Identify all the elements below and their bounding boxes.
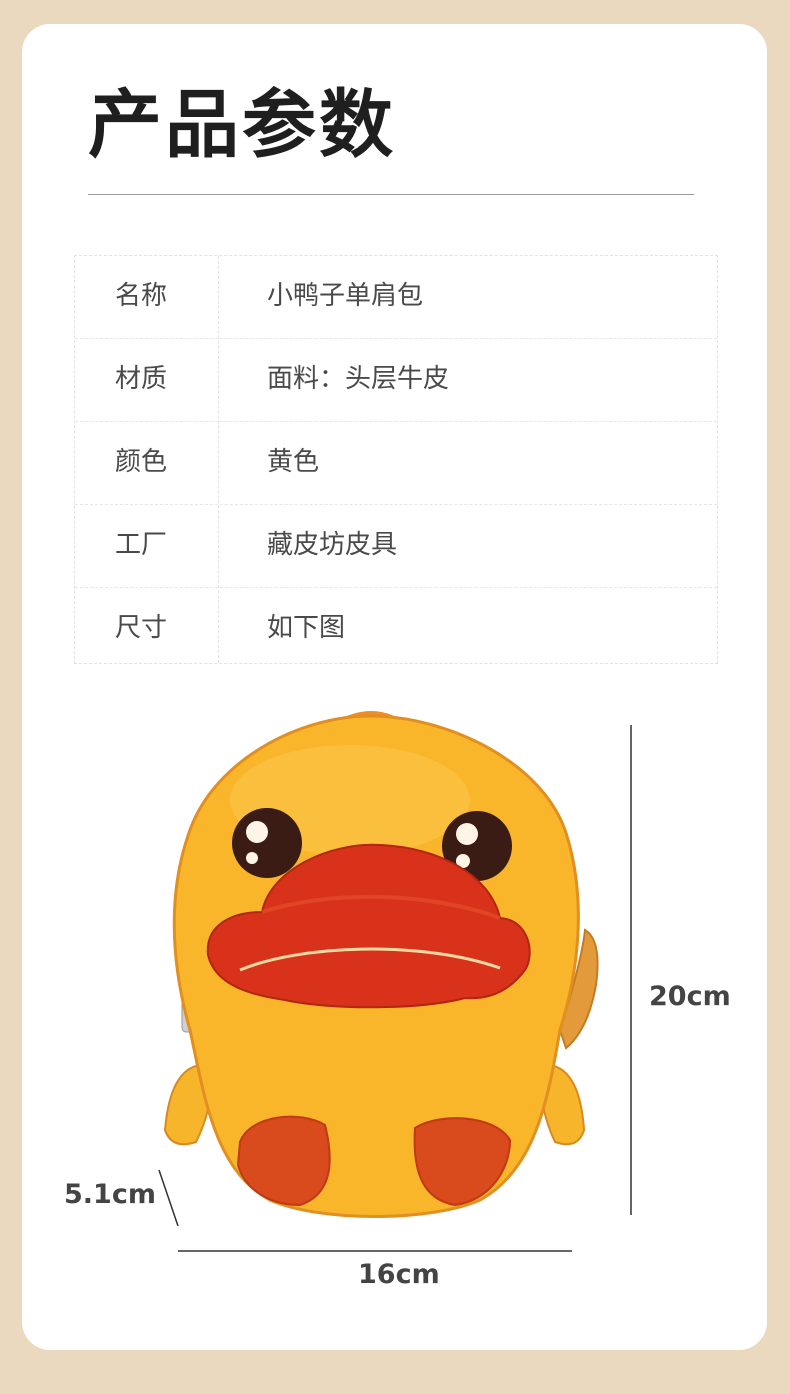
- depth-dimension-line: [158, 1169, 179, 1227]
- width-label: 16cm: [358, 1259, 440, 1290]
- height-label: 20cm: [649, 981, 731, 1012]
- depth-label: 5.1cm: [64, 1179, 156, 1210]
